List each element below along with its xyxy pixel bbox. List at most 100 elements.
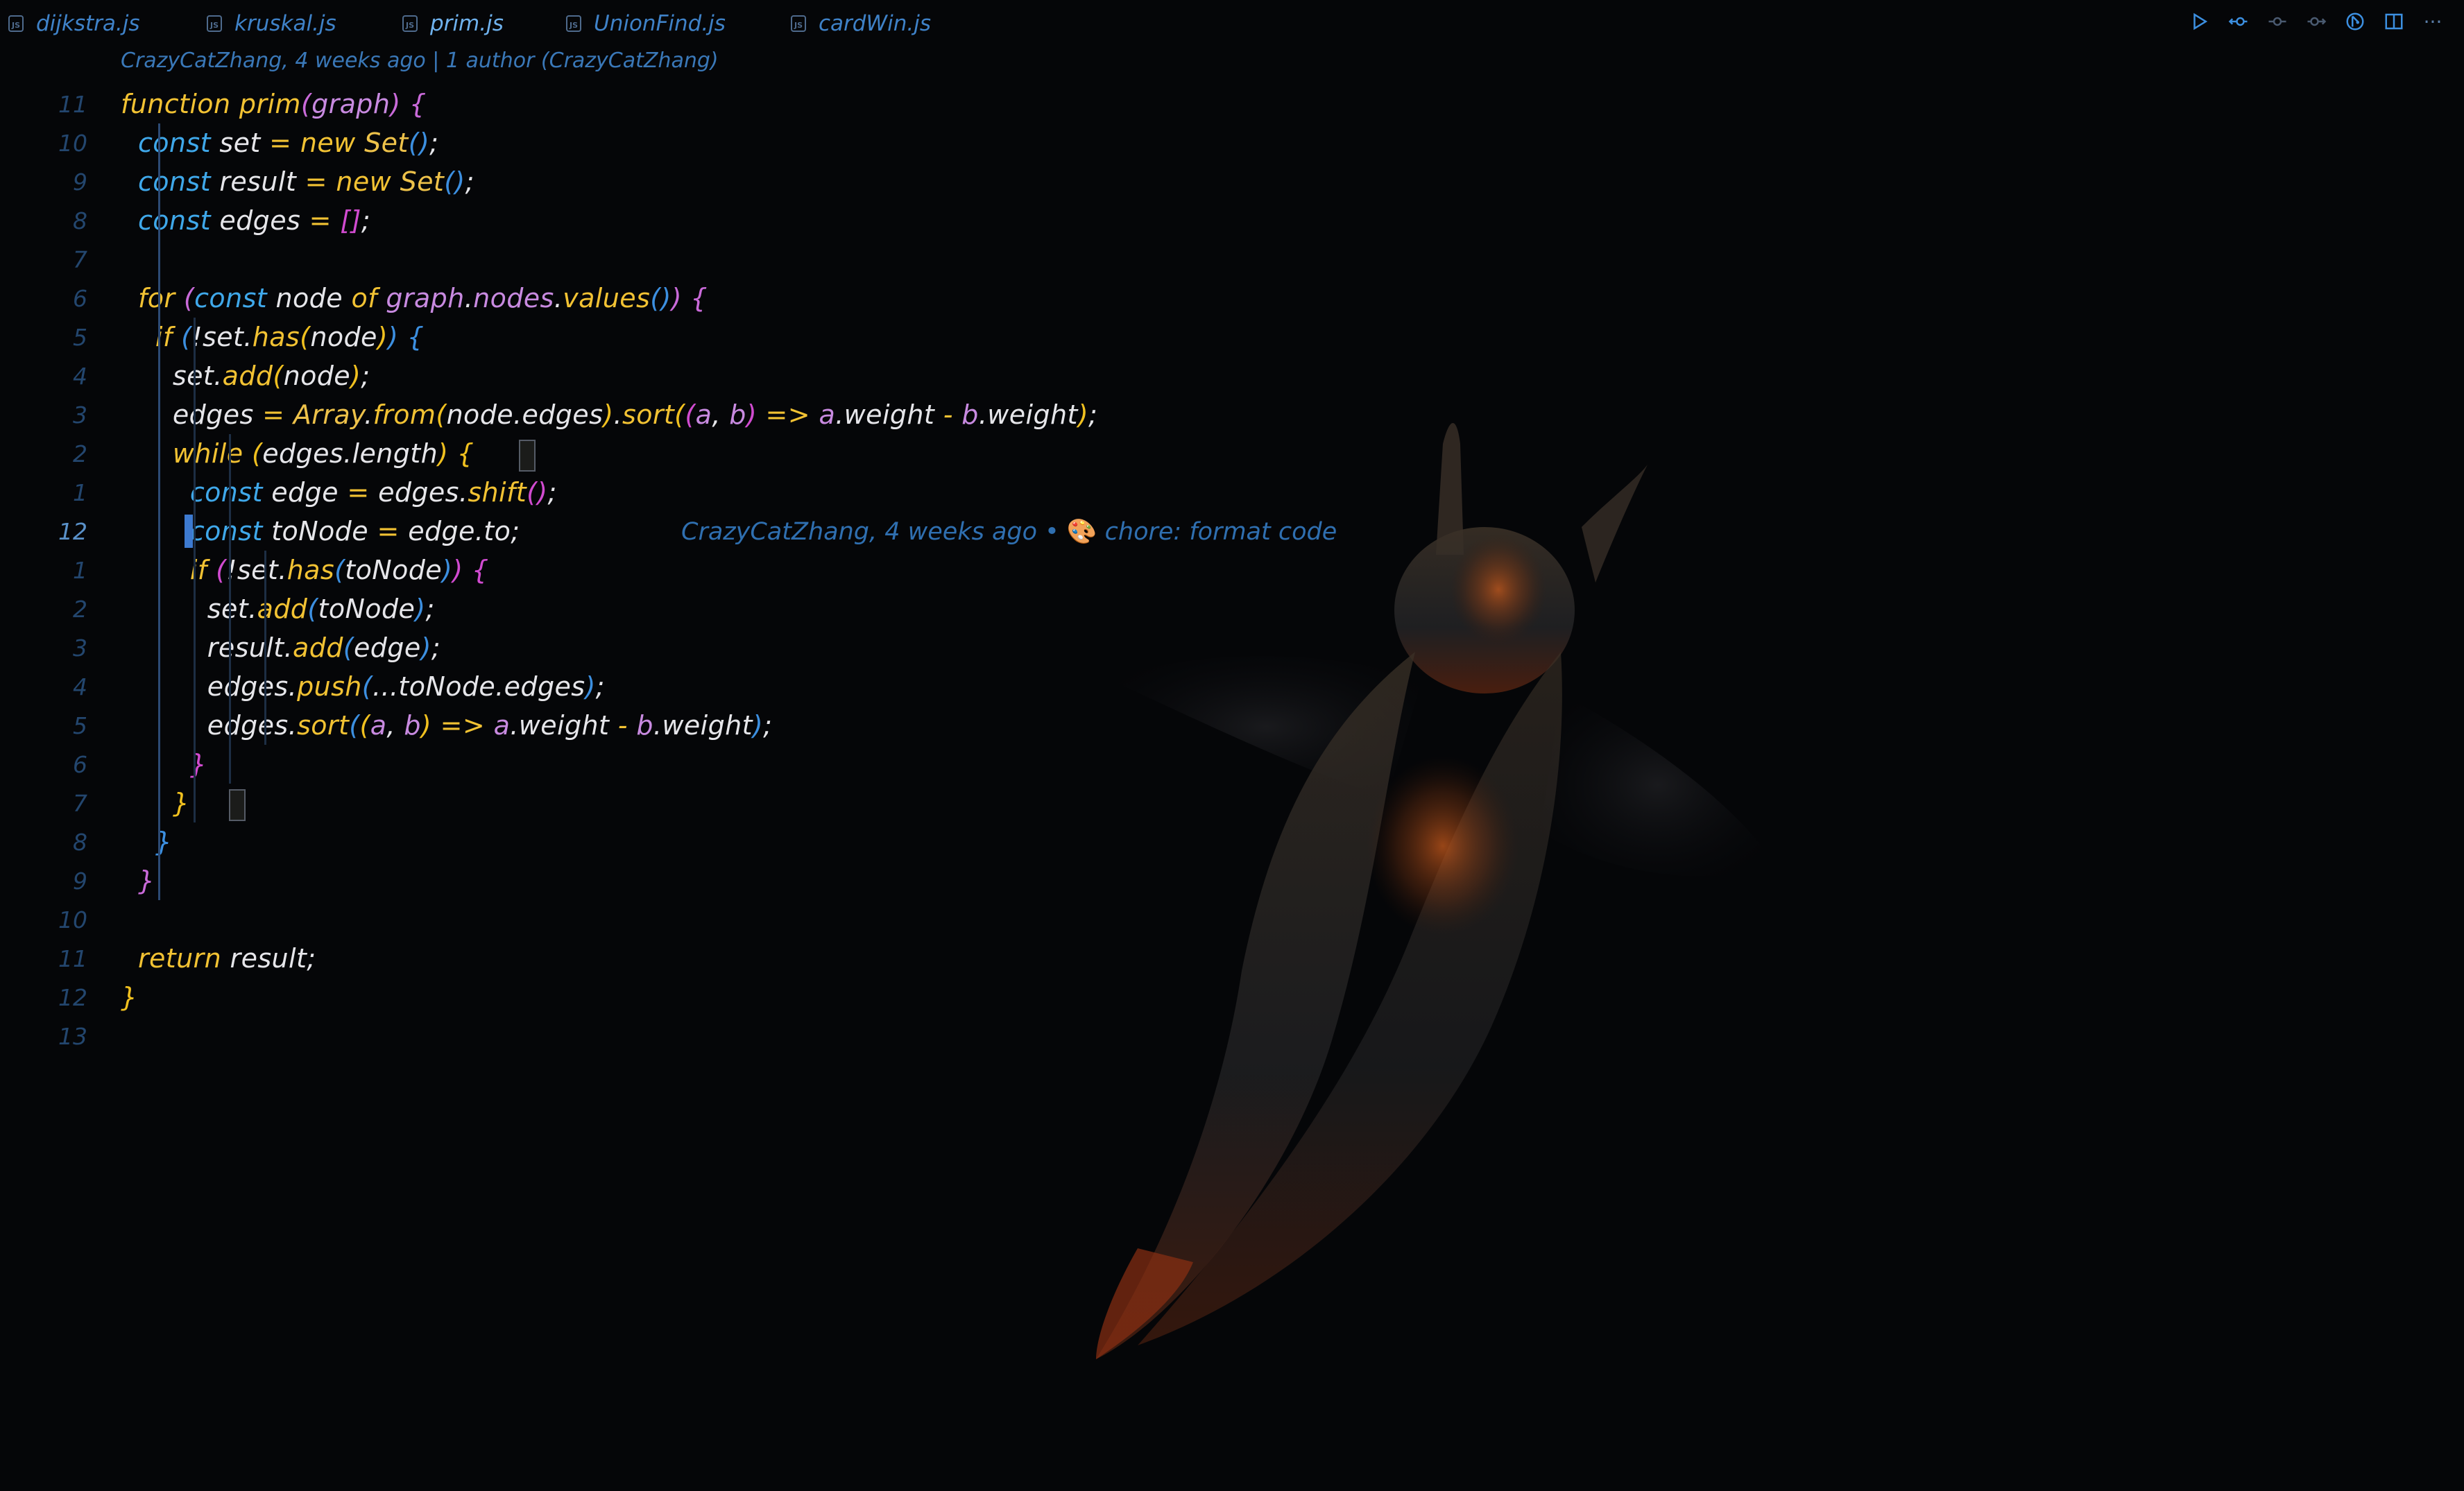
code-line[interactable]: 6 for (const node of graph.nodes.values(… xyxy=(0,279,2464,318)
code-token: has xyxy=(286,555,335,585)
code-line[interactable]: 11 return result; xyxy=(0,939,2464,978)
code-token: . xyxy=(554,283,563,313)
blame-commit-message: chore: format code xyxy=(1097,518,1337,546)
code-line[interactable]: 3 result.add(edge); xyxy=(0,628,2464,667)
code-token: { xyxy=(407,322,425,352)
code-token: const xyxy=(137,205,220,236)
code-token: .weight xyxy=(978,399,1078,430)
code-token: ( xyxy=(216,555,227,585)
code-line[interactable]: 8 const edges = []; xyxy=(0,201,2464,240)
code-line[interactable]: 4 edges.push(...toNode.edges); xyxy=(0,667,2464,706)
code-token: !set. xyxy=(191,322,253,352)
next-change-icon[interactable] xyxy=(2304,10,2328,33)
code-line[interactable]: 10 xyxy=(0,900,2464,939)
line-number: 5 xyxy=(73,712,87,739)
code-text: } xyxy=(121,865,155,896)
code-line[interactable]: 3 edges = Array.from(node.edges).sort((a… xyxy=(0,395,2464,434)
code-token: b xyxy=(729,399,746,430)
line-number: 6 xyxy=(73,284,87,312)
code-line[interactable]: 1 if (!set.has(toNode)) { xyxy=(0,551,2464,589)
code-line[interactable]: 9 } xyxy=(0,861,2464,900)
code-token: = xyxy=(269,128,300,158)
line-number: 9 xyxy=(73,867,87,895)
line-number: 12 xyxy=(58,983,87,1011)
code-token: toNode xyxy=(271,516,377,546)
code-line[interactable]: 1 const edge = edges.shift(); xyxy=(0,473,2464,512)
code-token: has xyxy=(252,322,300,352)
run-icon[interactable] xyxy=(2188,10,2211,33)
code-line[interactable]: 7 xyxy=(0,240,2464,279)
code-token: = xyxy=(305,166,336,197)
code-token: ( xyxy=(674,399,685,430)
tab-prim[interactable]: JS prim.js xyxy=(402,6,504,42)
code-line[interactable]: 9 const result = new Set(); xyxy=(0,162,2464,201)
tab-dijkstra[interactable]: JS dijkstra.js xyxy=(8,6,140,42)
git-blame-header[interactable]: CrazyCatZhang, 4 weeks ago | 1 author (C… xyxy=(121,49,719,73)
code-token: ) xyxy=(442,555,453,585)
code-text: const result = new Set(); xyxy=(121,166,474,197)
indent-guide xyxy=(264,551,266,745)
code-text: function prim(graph) { xyxy=(121,89,427,119)
code-line[interactable]: 2 set.add(toNode); xyxy=(0,589,2464,628)
code-token: graph xyxy=(386,283,465,313)
code-line[interactable]: 7 } xyxy=(0,784,2464,822)
code-line[interactable]: 13 xyxy=(0,1017,2464,1055)
tab-cardwin[interactable]: JS cardWin.js xyxy=(791,6,931,42)
code-token: ( xyxy=(252,438,263,469)
code-token: node xyxy=(275,283,352,313)
split-editor-icon[interactable] xyxy=(2382,10,2406,33)
line-number: 1 xyxy=(73,479,87,506)
code-token: node.edges xyxy=(446,399,604,430)
tab-kruskal[interactable]: JS kruskal.js xyxy=(207,6,336,42)
editor-actions: ··· xyxy=(2188,10,2445,33)
more-actions-icon[interactable]: ··· xyxy=(2421,10,2445,33)
cursor-line-marker xyxy=(185,515,193,548)
code-editor[interactable]: CrazyCatZhang, 4 weeks ago | 1 author (C… xyxy=(0,46,2464,1491)
code-line[interactable]: 5 if (!set.has(node)) { xyxy=(0,318,2464,356)
code-line[interactable]: 5 edges.sort((a, b) => a.weight - b.weig… xyxy=(0,706,2464,745)
code-token: edge.to; xyxy=(408,516,520,546)
code-token: - xyxy=(943,399,962,430)
code-token: result. xyxy=(207,632,293,663)
git-lens-icon[interactable] xyxy=(2343,10,2367,33)
code-token: ; xyxy=(425,594,435,624)
code-token: values xyxy=(563,283,651,313)
code-token: const xyxy=(137,166,220,197)
code-token: set. xyxy=(172,361,223,391)
code-token: ( xyxy=(436,399,447,430)
code-line[interactable]: 12} xyxy=(0,978,2464,1017)
code-line[interactable]: 6 } xyxy=(0,745,2464,784)
code-token: const xyxy=(194,283,276,313)
code-token: ( xyxy=(307,594,318,624)
previous-change-icon[interactable] xyxy=(2266,10,2289,33)
open-changes-icon[interactable] xyxy=(2227,10,2250,33)
code-token: node xyxy=(310,322,377,352)
tab-unionfind[interactable]: JS UnionFind.js xyxy=(566,6,726,42)
git-blame-inline[interactable]: CrazyCatZhang, 4 weeks ago • 🎨 chore: fo… xyxy=(681,517,1337,546)
code-token: [] xyxy=(340,205,361,236)
code-token: .weight xyxy=(510,710,618,741)
code-line[interactable]: 11 function prim(graph) { xyxy=(0,85,2464,123)
line-number: 7 xyxy=(73,789,87,817)
line-number: 6 xyxy=(73,750,87,778)
code-token: . xyxy=(613,399,622,430)
code-token: Array xyxy=(293,399,364,430)
code-token: } xyxy=(121,982,138,1012)
code-line[interactable]: 4 set.add(node); xyxy=(0,356,2464,395)
code-token: edges. xyxy=(207,710,298,741)
code-line[interactable]: 8 } xyxy=(0,822,2464,861)
code-line[interactable]: 2 while (edges.length) { xyxy=(0,434,2464,473)
line-number: 3 xyxy=(73,634,87,662)
code-text: while (edges.length) { xyxy=(121,438,474,469)
code-token: ; xyxy=(763,710,773,741)
code-token: b xyxy=(404,710,421,741)
code-token: ) xyxy=(415,594,426,624)
code-line[interactable]: 10 const set = new Set(); xyxy=(0,123,2464,162)
